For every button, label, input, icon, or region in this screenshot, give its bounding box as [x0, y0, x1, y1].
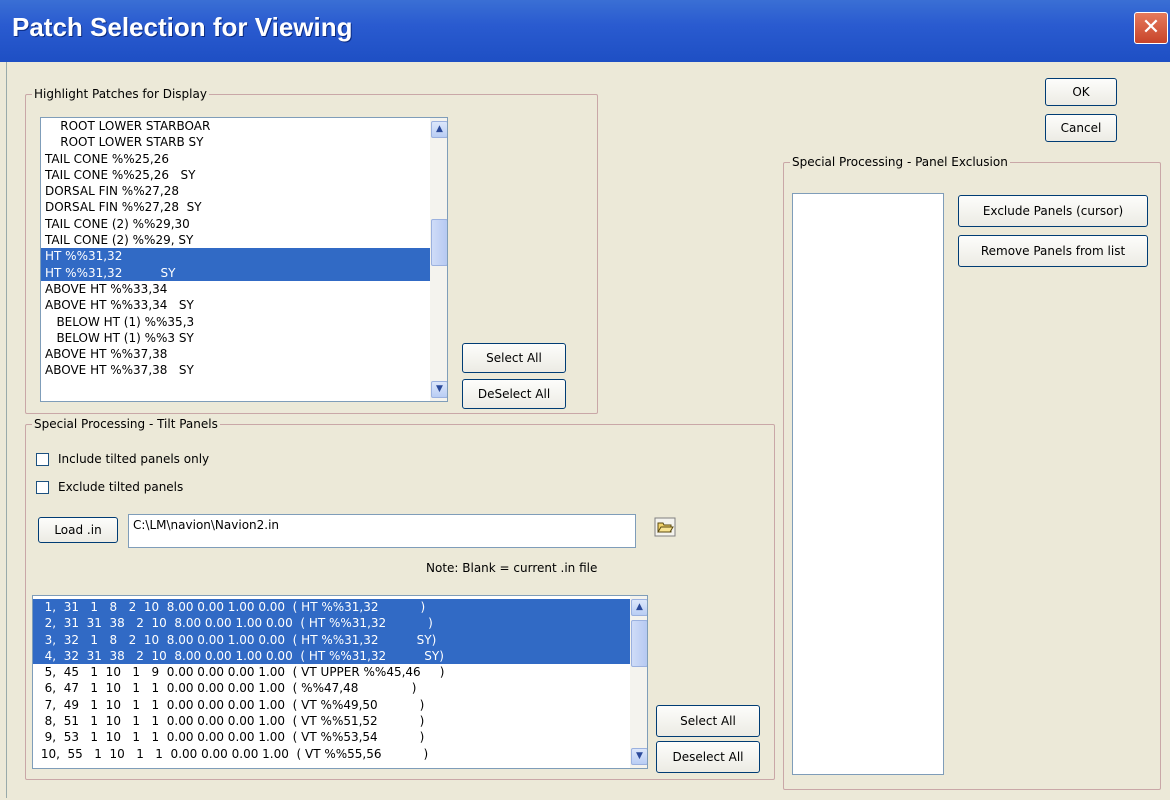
scroll-thumb[interactable]	[631, 620, 647, 667]
exclude-tilted-checkbox[interactable]	[36, 481, 49, 494]
highlight-deselect-all-button[interactable]: DeSelect All	[462, 379, 566, 409]
list-item[interactable]: TAIL CONE (2) %%29, SY	[41, 232, 447, 248]
list-item[interactable]: HT %%31,32 SY	[41, 264, 430, 281]
list-item[interactable]: ROOT LOWER STARBOAR	[41, 118, 447, 134]
list-item[interactable]: ROOT LOWER STARB SY	[41, 134, 447, 150]
list-item[interactable]: DORSAL FIN %%27,28 SY	[41, 199, 447, 215]
list-item[interactable]: BELOW HT (1) %%3 SY	[41, 330, 447, 346]
table-row[interactable]: 9, 53 1 10 1 1 0.00 0.00 0.00 1.00 ( VT …	[33, 729, 647, 745]
list-item[interactable]: ABOVE HT %%37,38 SY	[41, 362, 447, 378]
scroll-down-icon[interactable]: ▼	[631, 748, 647, 765]
list-item[interactable]: DORSAL FIN %%27,28	[41, 183, 447, 199]
table-row[interactable]: 6, 47 1 10 1 1 0.00 0.00 0.00 1.00 ( %%4…	[33, 680, 647, 696]
list-item[interactable]: TAIL CONE (2) %%29,30	[41, 216, 447, 232]
scroll-thumb[interactable]	[431, 219, 447, 266]
table-row[interactable]: 1, 31 1 8 2 10 8.00 0.00 1.00 0.00 ( HT …	[33, 599, 630, 616]
folder-open-icon[interactable]	[654, 517, 676, 537]
ok-button[interactable]: OK	[1045, 78, 1117, 106]
list-item[interactable]: TAIL CONE %%25,26	[41, 151, 447, 167]
window-title: Patch Selection for Viewing	[12, 12, 353, 42]
dialog-client: Highlight Patches for Display ROOT LOWER…	[6, 62, 1165, 798]
list-item[interactable]: ABOVE HT %%37,38	[41, 346, 447, 362]
tilt-deselect-all-button[interactable]: Deselect All	[656, 741, 760, 773]
highlight-select-all-button[interactable]: Select All	[462, 343, 566, 373]
list-item[interactable]: ABOVE HT %%33,34	[41, 281, 447, 297]
tilt-list-scrollbar[interactable]: ▲ ▼	[630, 596, 647, 768]
title-bar: Patch Selection for Viewing ✕	[0, 0, 1170, 62]
list-item[interactable]: TAIL CONE %%25,26 SY	[41, 167, 447, 183]
scroll-down-icon[interactable]: ▼	[431, 381, 447, 398]
remove-panels-button[interactable]: Remove Panels from list	[958, 235, 1148, 267]
tilt-panels-group: Special Processing - Tilt Panels Include…	[25, 417, 775, 780]
table-row[interactable]: 8, 51 1 10 1 1 0.00 0.00 0.00 1.00 ( VT …	[33, 713, 647, 729]
table-row[interactable]: 5, 45 1 10 1 9 0.00 0.00 0.00 1.00 ( VT …	[33, 664, 647, 680]
panel-exclusion-group: Special Processing - Panel Exclusion Exc…	[783, 155, 1161, 790]
highlight-patches-group: Highlight Patches for Display ROOT LOWER…	[25, 87, 598, 414]
load-in-button[interactable]: Load .in	[38, 517, 118, 543]
scroll-up-icon[interactable]: ▲	[631, 599, 647, 616]
list-item[interactable]: BELOW HT (1) %%35,3	[41, 314, 447, 330]
excluded-panels-list[interactable]	[792, 193, 944, 775]
cancel-button[interactable]: Cancel	[1045, 114, 1117, 142]
tilt-panels-list[interactable]: 1, 31 1 8 2 10 8.00 0.00 1.00 0.00 ( HT …	[32, 595, 648, 769]
highlight-patches-list[interactable]: ROOT LOWER STARBOAR ROOT LOWER STARB SY T…	[40, 117, 448, 402]
table-row[interactable]: 4, 32 31 38 2 10 8.00 0.00 1.00 0.00 ( H…	[33, 647, 630, 665]
include-tilted-checkbox[interactable]	[36, 453, 49, 466]
tilt-panels-label: Special Processing - Tilt Panels	[32, 417, 220, 431]
in-file-path-field[interactable]: C:\LM\navion\Navion2.in	[128, 514, 636, 548]
list-item[interactable]: ABOVE HT %%33,34 SY	[41, 297, 447, 313]
tilt-select-all-button[interactable]: Select All	[656, 705, 760, 737]
include-tilted-label: Include tilted panels only	[58, 452, 210, 466]
close-button[interactable]: ✕	[1134, 12, 1168, 44]
exclude-panels-button[interactable]: Exclude Panels (cursor)	[958, 195, 1148, 227]
note-text: Note: Blank = current .in file	[426, 561, 598, 575]
table-row[interactable]: 10, 55 1 10 1 1 0.00 0.00 0.00 1.00 ( VT…	[33, 746, 647, 762]
table-row[interactable]: 7, 49 1 10 1 1 0.00 0.00 0.00 1.00 ( VT …	[33, 697, 647, 713]
table-row[interactable]: 3, 32 1 8 2 10 8.00 0.00 1.00 0.00 ( HT …	[33, 631, 630, 648]
panel-exclusion-label: Special Processing - Panel Exclusion	[790, 155, 1010, 169]
highlight-patches-label: Highlight Patches for Display	[32, 87, 209, 101]
highlight-list-scrollbar[interactable]: ▲ ▼	[430, 118, 447, 401]
scroll-up-icon[interactable]: ▲	[431, 121, 447, 138]
list-item[interactable]: HT %%31,32	[41, 248, 430, 265]
table-row[interactable]: 2, 31 31 38 2 10 8.00 0.00 1.00 0.00 ( H…	[33, 615, 630, 632]
exclude-tilted-label: Exclude tilted panels	[58, 480, 184, 494]
